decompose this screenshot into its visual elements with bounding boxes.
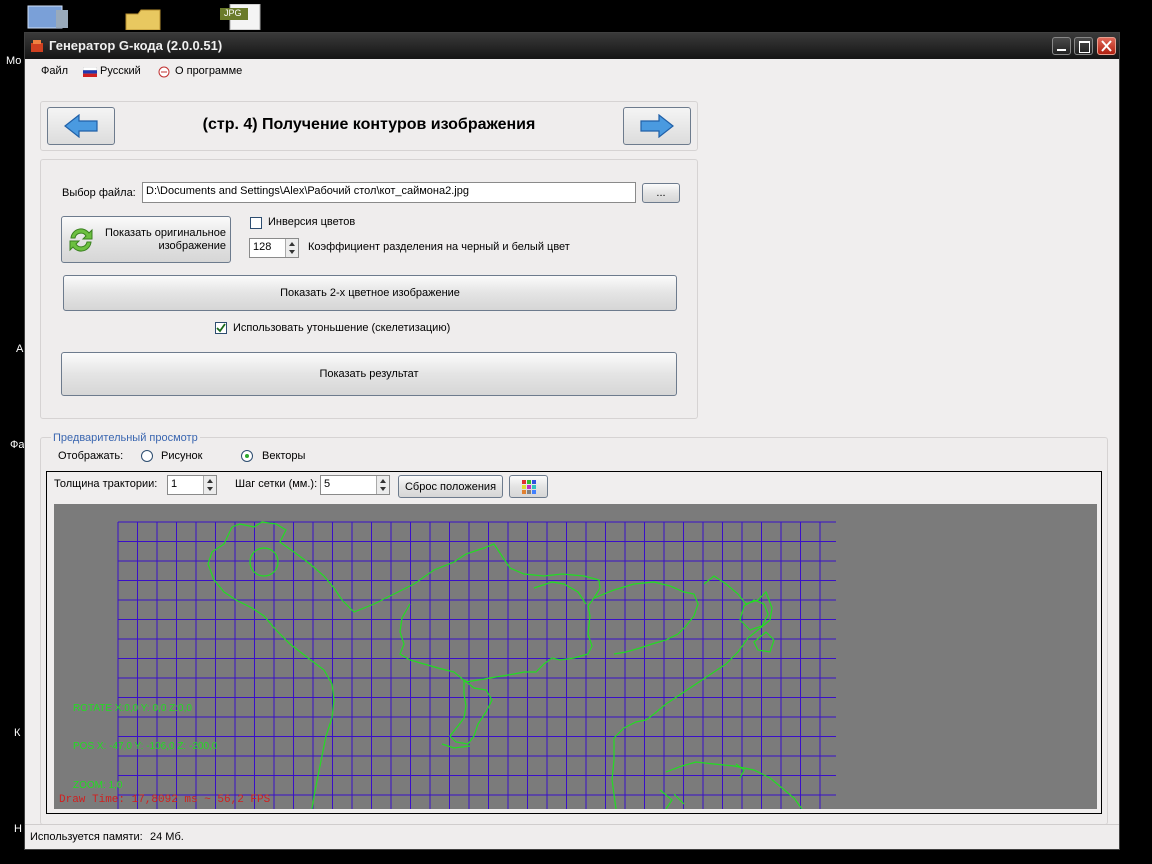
menu-file[interactable]: Файл [41, 65, 68, 77]
main-window: Генератор G-кода (2.0.0.51) Файл Русский… [24, 32, 1120, 850]
threshold-label: Коэффициент разделения на черный и белый… [308, 241, 570, 253]
browse-button[interactable]: ... [642, 183, 680, 203]
color-palette-icon [521, 479, 536, 494]
threshold-value: 128 [253, 241, 272, 253]
grid-color-button[interactable] [509, 475, 548, 498]
path-thickness-spinner[interactable] [203, 476, 216, 494]
memory-label: Используется памяти: [30, 831, 143, 843]
threshold-spinner[interactable] [285, 239, 298, 257]
radio-picture[interactable] [141, 450, 153, 462]
spinner-arrows-icon [207, 479, 213, 491]
thinning-checkbox[interactable] [215, 322, 227, 334]
menu-about[interactable]: О программе [175, 65, 242, 77]
desktop-label-3: К [14, 727, 21, 739]
about-icon [157, 65, 171, 79]
grid-step-value: 5 [324, 478, 331, 490]
pos-readout: POS X: -47,0 Y: -106,0 Z: -200,0 [73, 741, 218, 752]
spinner-arrows-icon [380, 479, 386, 491]
title-bar[interactable]: Генератор G-кода (2.0.0.51) [25, 33, 1119, 59]
arrow-left-icon [64, 114, 98, 138]
menu-language[interactable]: Русский [100, 65, 141, 77]
path-thickness-label: Толщина трактории: [54, 478, 158, 490]
grid-step-spinner[interactable] [376, 476, 389, 494]
back-button[interactable] [47, 107, 115, 145]
draw-time-readout: Draw Time: 17,8092 ms ~ 56,2 FPS [59, 794, 271, 806]
russian-flag-icon [82, 66, 98, 77]
close-icon [1101, 40, 1112, 52]
file-path-input[interactable]: D:\Documents and Settings\Alex\Рабочий с… [142, 182, 636, 203]
contour-vectors [207, 521, 803, 809]
maximize-icon [1079, 41, 1090, 53]
invert-colors-label: Инверсия цветов [268, 216, 356, 228]
jpg-badge: JPG [224, 8, 242, 18]
status-bar: Используется памяти: 24 Мб. [25, 824, 1119, 849]
close-button[interactable] [1097, 37, 1116, 55]
desktop-label-0: Мо [6, 55, 22, 67]
grid-step-label: Шаг сетки (мм.): [235, 478, 318, 490]
file-label: Выбор файла: [62, 187, 136, 199]
show-original-label: Показать оригинальное изображение [104, 226, 226, 252]
preview-group: Предварительный просмотр Отображать: Рис… [40, 432, 1108, 825]
minimize-icon [1057, 49, 1066, 51]
preview-group-title: Предварительный просмотр [51, 432, 200, 444]
spinner-arrows-icon [289, 242, 295, 254]
next-button[interactable] [623, 107, 691, 145]
menu-bar: Файл Русский О программе [25, 59, 1119, 83]
threshold-input[interactable]: 128 [249, 238, 299, 258]
show-original-button[interactable]: Показать оригинальное изображение [61, 216, 231, 263]
invert-colors-checkbox[interactable] [250, 217, 262, 229]
my-computer-icon[interactable] [26, 4, 70, 30]
arrow-right-icon [640, 114, 674, 138]
folder-icon[interactable] [124, 8, 164, 31]
desktop-label-2: Фа [10, 439, 25, 451]
radio-vectors-label: Векторы [262, 450, 306, 462]
step-title: (стр. 4) Получение контуров изображения [202, 116, 536, 133]
radio-selected-dot [245, 454, 249, 458]
reset-position-button[interactable]: Сброс положения [398, 475, 503, 498]
vector-viewport[interactable]: ROTATE X:0,0 Y: 0,0 Z:0,0 POS X: -47,0 Y… [54, 504, 1097, 809]
desktop-label-1: А [16, 343, 24, 355]
zoom-readout: ZOOM: 1,0 [73, 780, 123, 791]
step-header-panel: (стр. 4) Получение контуров изображения [40, 101, 698, 151]
minimize-button[interactable] [1052, 37, 1071, 55]
maximize-button[interactable] [1074, 37, 1093, 55]
display-label: Отображать: [58, 450, 124, 462]
memory-value: 24 Мб. [150, 831, 184, 843]
desktop-label-4: Н [14, 823, 22, 835]
path-thickness-value: 1 [171, 478, 178, 490]
preview-frame: Толщина трактории: 1 Шаг сетки (мм.): 5 … [46, 471, 1102, 814]
path-thickness-input[interactable]: 1 [167, 475, 217, 495]
thinning-label: Использовать утоньшение (скелетизацию) [233, 322, 451, 334]
checkmark-icon [216, 323, 226, 333]
rotate-readout: ROTATE X:0,0 Y: 0,0 Z:0,0 [73, 703, 192, 714]
window-title: Генератор G-кода (2.0.0.51) [49, 38, 223, 53]
radio-picture-label: Рисунок [161, 450, 203, 462]
show-result-button[interactable]: Показать результат [61, 352, 677, 396]
jpg-file-icon[interactable]: JPG [218, 3, 262, 31]
refresh-icon [69, 227, 93, 252]
show-bw-button[interactable]: Показать 2-х цветное изображение [63, 275, 677, 311]
app-icon [31, 40, 43, 52]
grid-step-input[interactable]: 5 [320, 475, 390, 495]
radio-vectors[interactable] [241, 450, 253, 462]
settings-panel: Выбор файла: D:\Documents and Settings\A… [40, 159, 698, 419]
